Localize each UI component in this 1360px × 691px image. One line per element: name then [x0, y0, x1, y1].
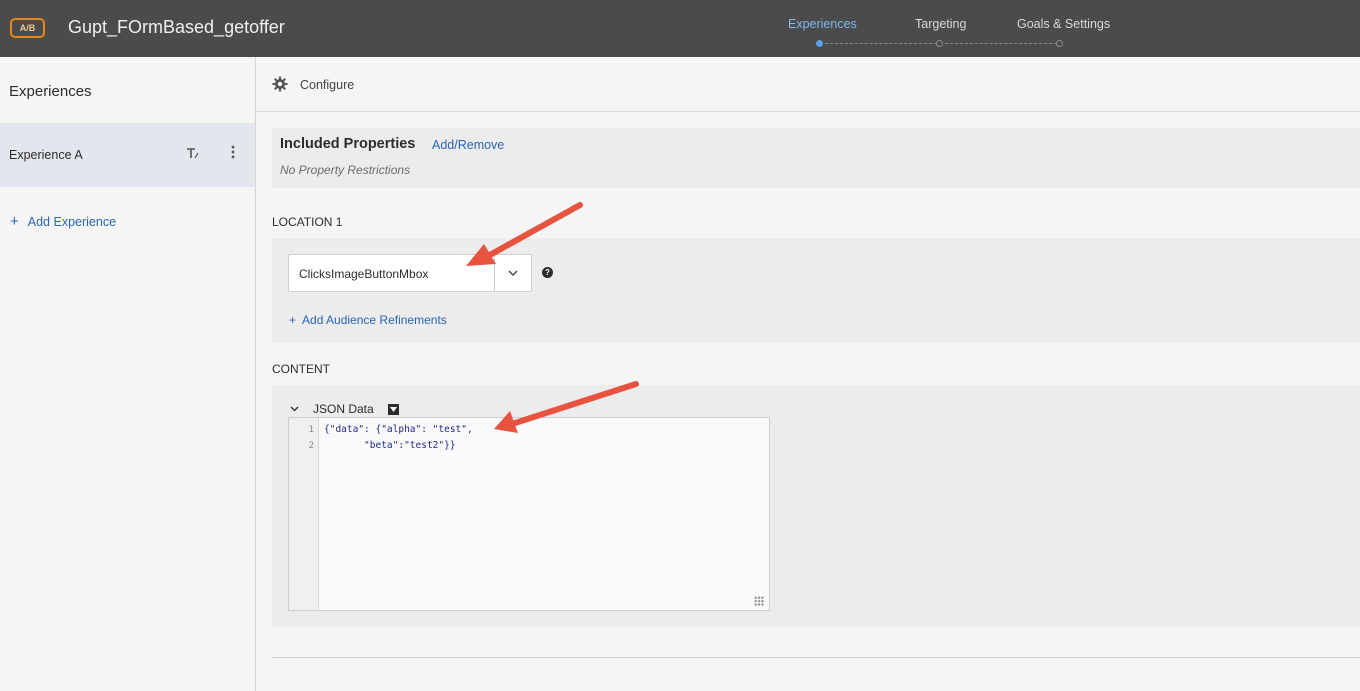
configure-label[interactable]: Configure	[300, 78, 354, 92]
content-panel: JSON Data 1 2 {"data": {"alpha": "test",…	[272, 385, 1360, 627]
chevron-down-icon[interactable]	[494, 255, 531, 291]
add-remove-properties-link[interactable]: Add/Remove	[432, 138, 504, 152]
json-data-label: JSON Data	[313, 402, 374, 416]
collapse-icon[interactable]	[290, 404, 299, 415]
help-icon[interactable]: ?	[542, 267, 553, 278]
experience-label: Experience A	[9, 148, 83, 162]
add-audience-refinements-label: Add Audience Refinements	[302, 313, 447, 327]
resize-handle-icon[interactable]	[754, 596, 764, 606]
step-targeting[interactable]: Targeting	[915, 17, 966, 31]
json-data-header[interactable]: JSON Data	[290, 402, 399, 416]
activity-type-badge: A/B	[10, 18, 45, 38]
line-number: 1	[308, 425, 314, 435]
step-experiences[interactable]: Experiences	[788, 17, 857, 31]
step-goals-settings[interactable]: Goals & Settings	[1017, 17, 1110, 31]
content-label: CONTENT	[272, 362, 330, 376]
line-number-gutter: 1 2	[289, 418, 319, 610]
top-bar: A/B Gupt_FOrmBased_getoffer Experiences …	[0, 0, 1360, 57]
more-options-icon[interactable]	[230, 145, 236, 159]
step-connector	[945, 43, 1057, 44]
plus-icon: +	[10, 213, 19, 230]
sidebar-heading: Experiences	[9, 83, 92, 100]
dropdown-icon[interactable]	[387, 403, 399, 415]
step-dot-targeting	[936, 40, 943, 47]
mbox-select-value: ClicksImageButtonMbox	[299, 267, 429, 281]
code-line[interactable]: "beta":"test2"}}	[324, 440, 456, 451]
experiences-sidebar: Experiences Experience A + Add Experienc…	[0, 57, 256, 691]
section-divider	[272, 657, 1360, 658]
plus-icon: +	[289, 313, 297, 327]
property-restrictions-text: No Property Restrictions	[280, 163, 411, 177]
location-label: LOCATION 1	[272, 215, 343, 229]
included-properties-panel: Included Properties Add/Remove No Proper…	[272, 128, 1360, 188]
rename-icon[interactable]	[186, 147, 200, 163]
activity-name[interactable]: Gupt_FOrmBased_getoffer	[68, 17, 285, 38]
configure-bar: Configure	[256, 57, 1360, 112]
add-experience-button[interactable]: + Add Experience	[10, 213, 116, 230]
step-dot-goals	[1056, 40, 1063, 47]
add-experience-label: Add Experience	[27, 214, 117, 229]
line-number: 2	[308, 441, 314, 451]
add-audience-refinements-link[interactable]: + Add Audience Refinements	[289, 313, 447, 327]
code-line[interactable]: {"data": {"alpha": "test",	[324, 424, 473, 435]
included-properties-title: Included Properties	[280, 136, 416, 152]
step-connector	[825, 43, 937, 44]
experience-item[interactable]: Experience A	[0, 123, 255, 187]
step-progress-track	[816, 40, 1066, 47]
location-panel: ClicksImageButtonMbox ? + Add Audience Re…	[272, 238, 1360, 343]
json-code-editor[interactable]: 1 2 {"data": {"alpha": "test", "beta":"t…	[288, 417, 770, 611]
mbox-select[interactable]: ClicksImageButtonMbox	[288, 254, 532, 292]
main-panel: Configure Included Properties Add/Remove…	[256, 57, 1360, 691]
gear-icon[interactable]	[272, 76, 288, 97]
step-dot-experiences	[816, 40, 823, 47]
